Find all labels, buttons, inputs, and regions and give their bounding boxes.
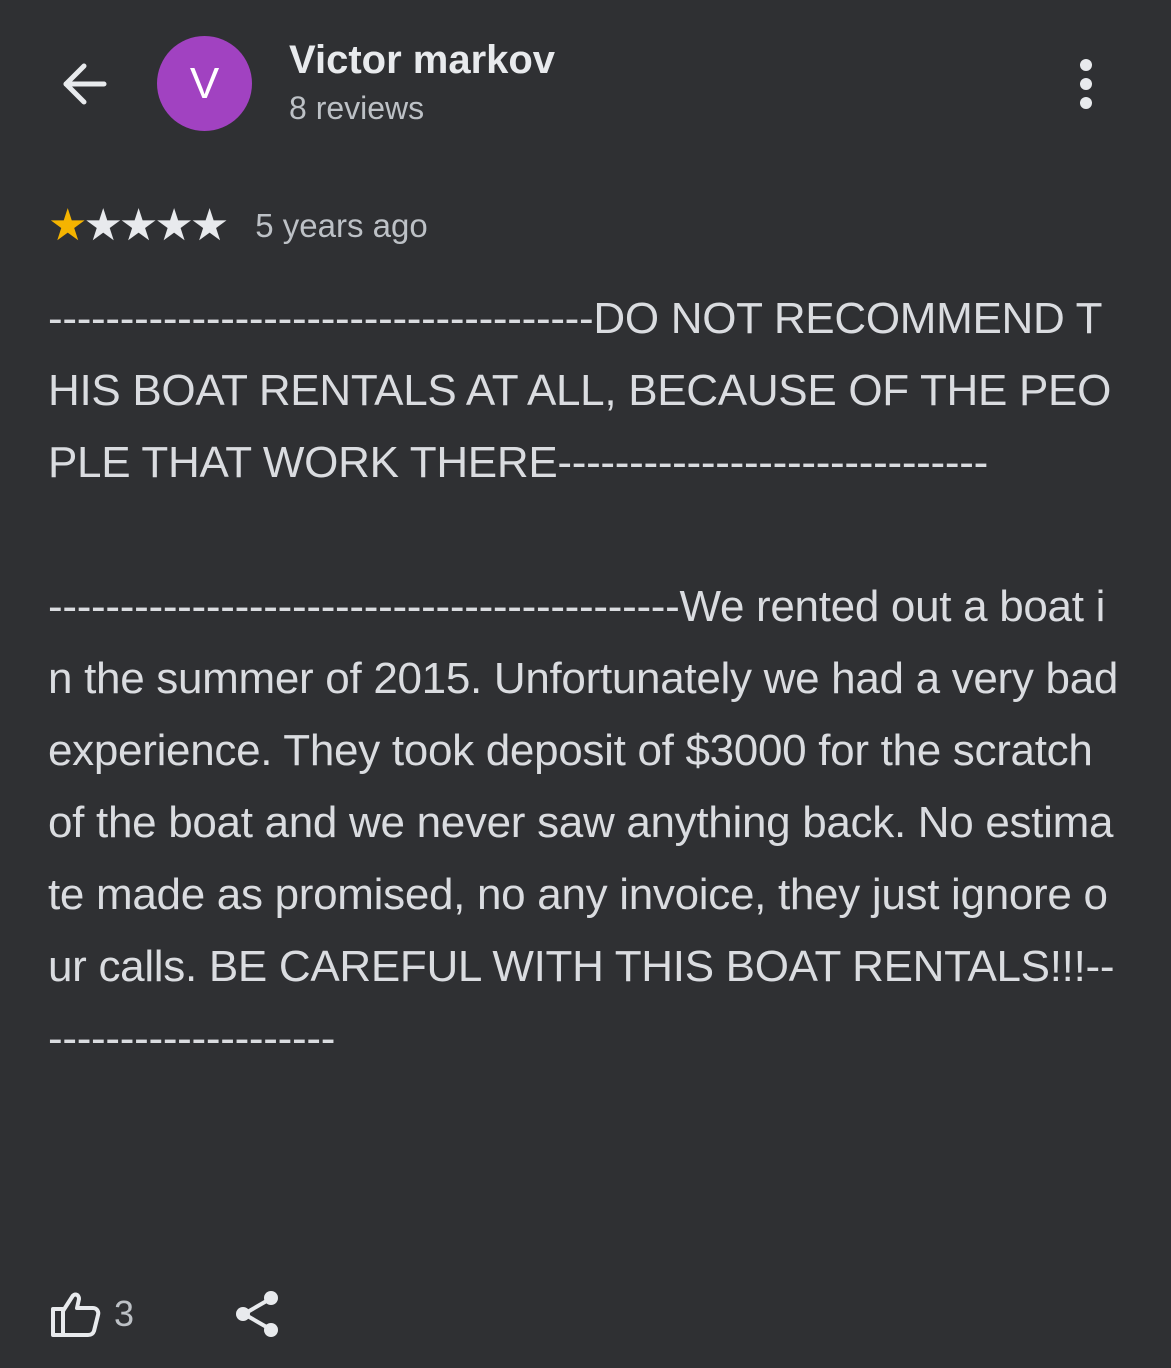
star-empty-icon: ★ (189, 200, 230, 251)
more-vertical-icon (1080, 59, 1092, 71)
more-options-button[interactable] (1060, 52, 1112, 116)
share-button[interactable] (230, 1286, 286, 1342)
share-icon (236, 1291, 279, 1337)
star-empty-icon: ★ (118, 200, 159, 251)
arrow-left-icon (63, 63, 107, 105)
rating-row: ★ ★ ★ ★ ★ 5 years ago (48, 198, 428, 254)
star-empty-icon: ★ (154, 200, 194, 251)
review-count: 8 reviews (289, 90, 425, 126)
reviewer-name[interactable]: Victor markov (289, 38, 555, 83)
thumbs-up-icon (51, 1292, 101, 1337)
review-text: --------------------------------------DO… (48, 283, 1123, 1075)
like-count: 3 (114, 1293, 135, 1334)
avatar[interactable]: V (157, 36, 252, 131)
back-button[interactable] (52, 52, 116, 116)
like-button[interactable]: 3 (48, 1286, 134, 1342)
review-actions: 3 (48, 1282, 286, 1346)
review-paragraph: ----------------------------------------… (48, 582, 1119, 1063)
review-paragraph: --------------------------------------DO… (48, 294, 1111, 487)
review-time: 5 years ago (255, 207, 428, 244)
star-rating: ★ ★ ★ ★ ★ (48, 200, 229, 251)
review-header: V Victor markov 8 reviews (0, 0, 1171, 170)
star-empty-icon: ★ (83, 200, 123, 251)
star-filled-icon: ★ (48, 200, 88, 251)
